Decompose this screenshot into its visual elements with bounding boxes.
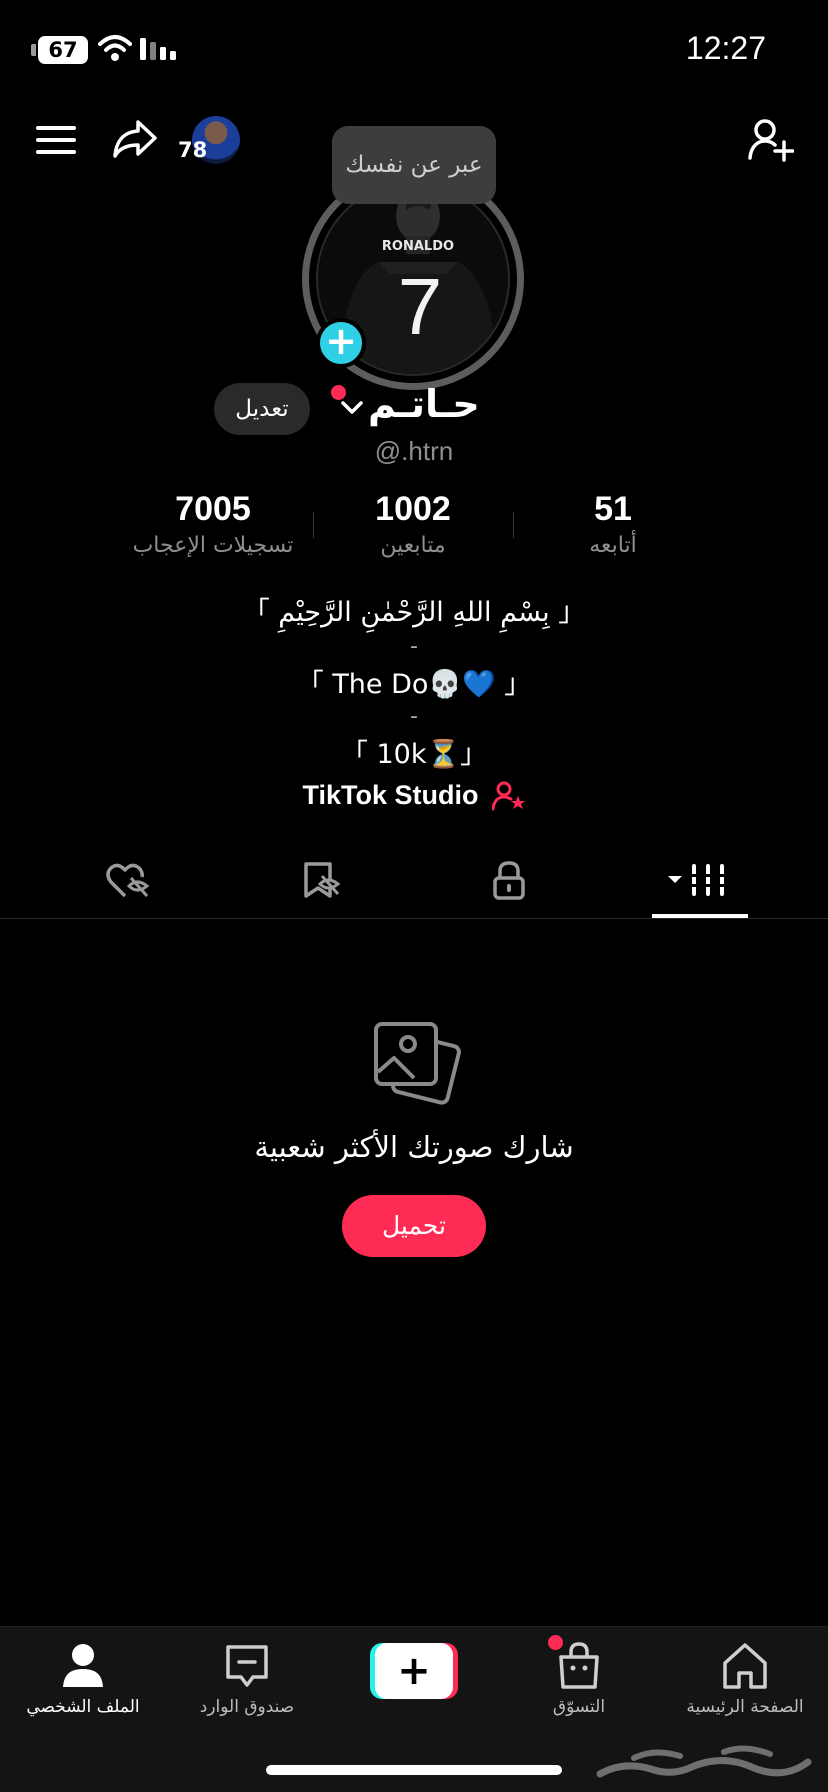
menu-icon[interactable] [36, 124, 76, 156]
bio-dash-1: - [410, 634, 418, 659]
following-stat[interactable]: 51 أتابعه [503, 490, 723, 558]
tabs-divider [0, 918, 828, 919]
signal-icon [140, 38, 176, 60]
active-tab-indicator [652, 914, 748, 918]
clock: 12:27 [685, 30, 766, 66]
battery-indicator: 67 [38, 36, 88, 64]
bio-dash-2: - [410, 704, 418, 729]
bio-line-2: 「 The Do💀💙 」 [296, 669, 532, 700]
following-count: 51 [594, 490, 632, 528]
followers-stat[interactable]: 1002 متابعين [303, 490, 523, 558]
watermark-logo [596, 1745, 812, 1778]
battery-nub [31, 44, 36, 56]
profile-name[interactable]: حـاتـم [368, 382, 480, 426]
nav-shop[interactable]: التسوّق [496, 1639, 662, 1717]
shopping-bag-icon [559, 1642, 599, 1689]
studio-label: TikTok Studio [302, 780, 479, 810]
avatar-text: RONALDO [382, 239, 454, 254]
status-bar: 67 12:27 [0, 0, 828, 100]
create-button[interactable]: + [370, 1643, 458, 1699]
nav-inbox-label: صندوق الوارد [199, 1697, 295, 1717]
following-label: أتابعه [589, 533, 637, 558]
lock-icon [493, 861, 525, 900]
wifi-icon [98, 35, 132, 61]
grid-icon [668, 864, 727, 896]
chevron-down-icon[interactable] [340, 400, 364, 416]
tab-liked[interactable] [78, 850, 178, 910]
followers-count: 1002 [375, 490, 451, 528]
likes-stat[interactable]: 7005 تسجيلات الإعجاب [103, 490, 323, 558]
nav-shop-label: التسوّق [552, 1697, 606, 1717]
edit-profile-button[interactable]: تعديل [214, 383, 310, 435]
add-friend-icon[interactable] [748, 118, 794, 162]
followers-label: متابعين [380, 533, 446, 558]
profile-icon [63, 1644, 103, 1687]
tab-private[interactable] [459, 850, 559, 910]
likes-label: تسجيلات الإعجاب [132, 533, 294, 558]
bio-tooltip[interactable]: عبر عن نفسك [332, 126, 496, 204]
likes-count: 7005 [175, 490, 251, 528]
bookmark-icon [304, 862, 341, 898]
nav-profile[interactable]: الملف الشخصي [0, 1639, 166, 1717]
home-indicator[interactable] [266, 1765, 562, 1775]
studio-icon [491, 781, 525, 810]
bio-line-1: 「 بِسْمِ اللهِ الرَّحْمٰنِ الرَّحِيْمِ 」 [242, 597, 586, 628]
tiktok-studio-link[interactable]: TikTok Studio [0, 780, 828, 811]
bio-line-3: 「 10k⏳」 [340, 739, 488, 770]
username: @.htrn [374, 436, 454, 466]
upload-button[interactable]: تحميل [342, 1195, 486, 1257]
friend-count: 78 [178, 138, 208, 162]
share-icon[interactable] [112, 118, 158, 160]
inbox-icon [226, 1645, 268, 1687]
nav-profile-label: الملف الشخصي [26, 1697, 140, 1717]
notification-dot [331, 385, 346, 400]
empty-state-title: شارك صورتك الأكثر شعبية [254, 1130, 574, 1164]
home-icon [723, 1643, 767, 1689]
avatar-number: 7 [398, 262, 443, 351]
nav-home[interactable]: الصفحة الرئيسية [662, 1639, 828, 1717]
nav-home-label: الصفحة الرئيسية [686, 1697, 804, 1717]
photo-icon [374, 1022, 461, 1105]
nav-inbox[interactable]: صندوق الوارد [164, 1639, 330, 1717]
liked-icon [106, 863, 150, 898]
tab-saved[interactable] [271, 850, 371, 910]
add-photo-button[interactable]: + [316, 318, 366, 368]
plus-icon: + [375, 1643, 453, 1699]
tab-videos[interactable] [648, 850, 748, 910]
